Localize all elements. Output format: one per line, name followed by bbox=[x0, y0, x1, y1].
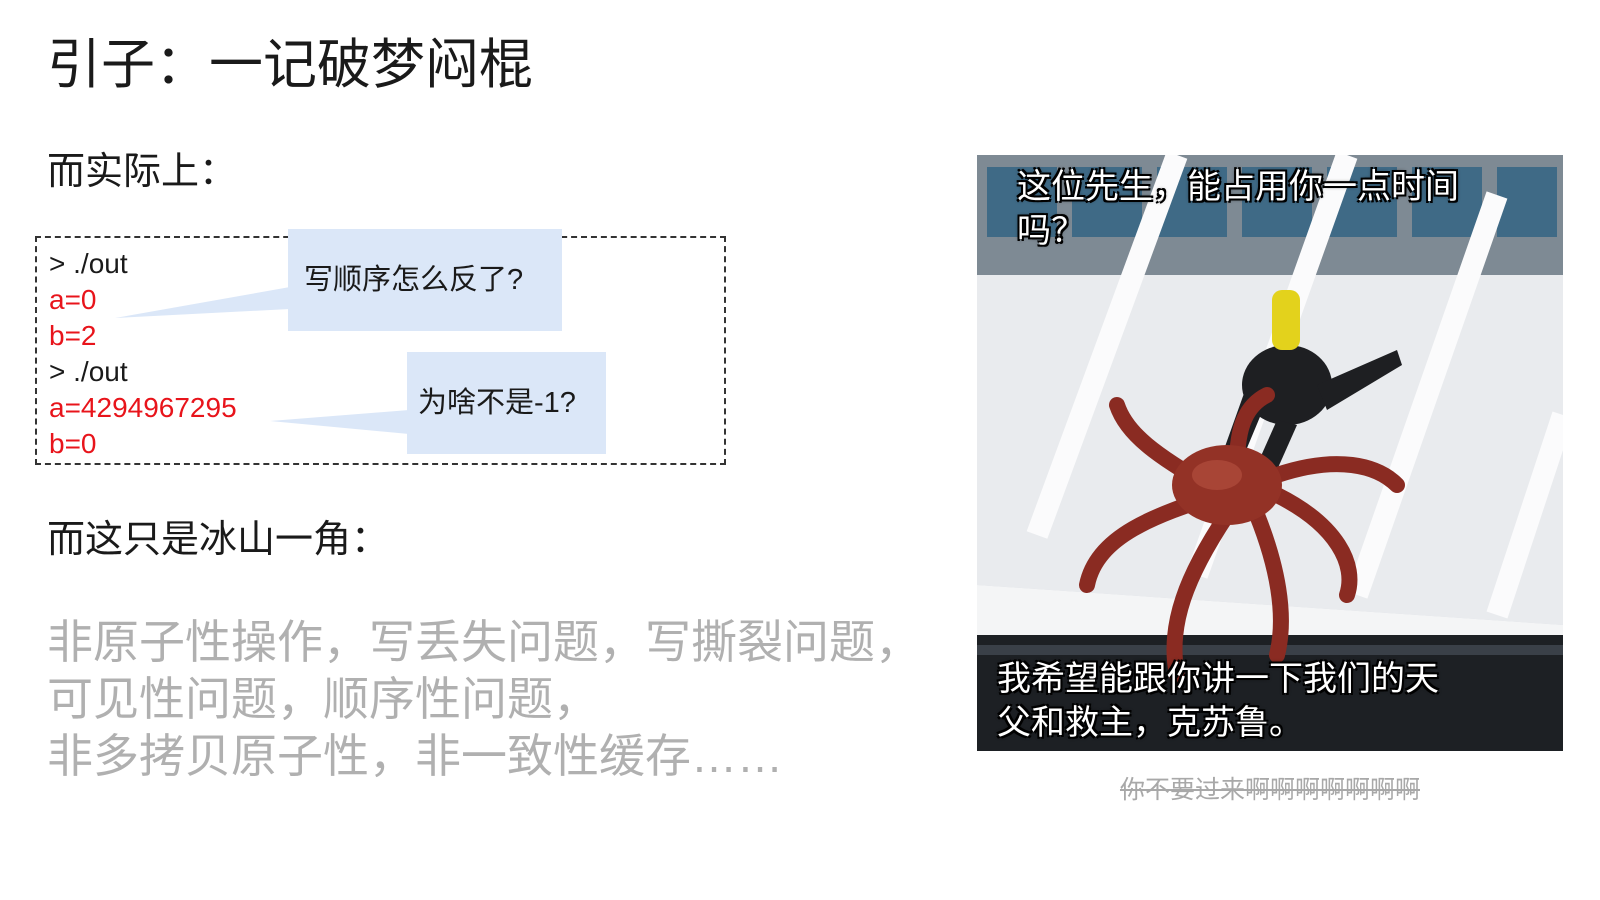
meme-bottom-line: 父和救主，克苏鲁。 bbox=[997, 704, 1303, 742]
meme-top-line: 吗？ bbox=[1017, 212, 1085, 250]
meme-caption: 你不要过来啊啊啊啊啊啊啊 bbox=[1119, 776, 1420, 804]
terminal-line: > ./out bbox=[49, 356, 128, 387]
issue-line: 可见性问题，顺序性问题， bbox=[47, 673, 599, 725]
subheading-tip-of-iceberg: 而这只是冰山一角： bbox=[47, 519, 390, 561]
terminal-line: a=0 bbox=[49, 284, 97, 315]
issue-list: 非原子性操作，写丢失问题，写撕裂问题， 可见性问题，顺序性问题， 非多拷贝原子性… bbox=[47, 614, 921, 785]
issue-line: 非原子性操作，写丢失问题，写撕裂问题， bbox=[47, 616, 921, 668]
meme-top-caption: 这位先生，能占用你一点时间 吗？ bbox=[1017, 165, 1459, 253]
meme-bottom-caption: 我希望能跟你讲一下我们的天 父和救主，克苏鲁。 bbox=[997, 657, 1439, 745]
terminal-line: b=2 bbox=[49, 320, 97, 351]
callout-value-text: 为啥不是-1? bbox=[418, 387, 576, 419]
meme-image: 这位先生，能占用你一点时间 吗？ 我希望能跟你讲一下我们的天 父和救主，克苏鲁。 bbox=[977, 155, 1563, 751]
callout-order-text: 写顺序怎么反了? bbox=[304, 264, 524, 296]
terminal-lines: > ./out a=0 b=2 > ./out a=4294967295 b=0 bbox=[49, 246, 237, 462]
terminal-line: a=4294967295 bbox=[49, 392, 237, 423]
terminal-line: > ./out bbox=[49, 248, 128, 279]
callout-order-question: 写顺序怎么反了? bbox=[288, 229, 562, 331]
meme-bottom-line: 我希望能跟你讲一下我们的天 bbox=[997, 660, 1439, 698]
subheading-in-reality: 而实际上： bbox=[47, 151, 238, 193]
callout-value-question: 为啥不是-1? bbox=[407, 352, 606, 454]
terminal-line: b=0 bbox=[49, 428, 97, 459]
slide-title: 引子：一记破梦闷棍 bbox=[47, 35, 533, 95]
meme-top-line: 这位先生，能占用你一点时间 bbox=[1017, 168, 1459, 206]
issue-line: 非多拷贝原子性，非一致性缓存…… bbox=[47, 730, 783, 782]
